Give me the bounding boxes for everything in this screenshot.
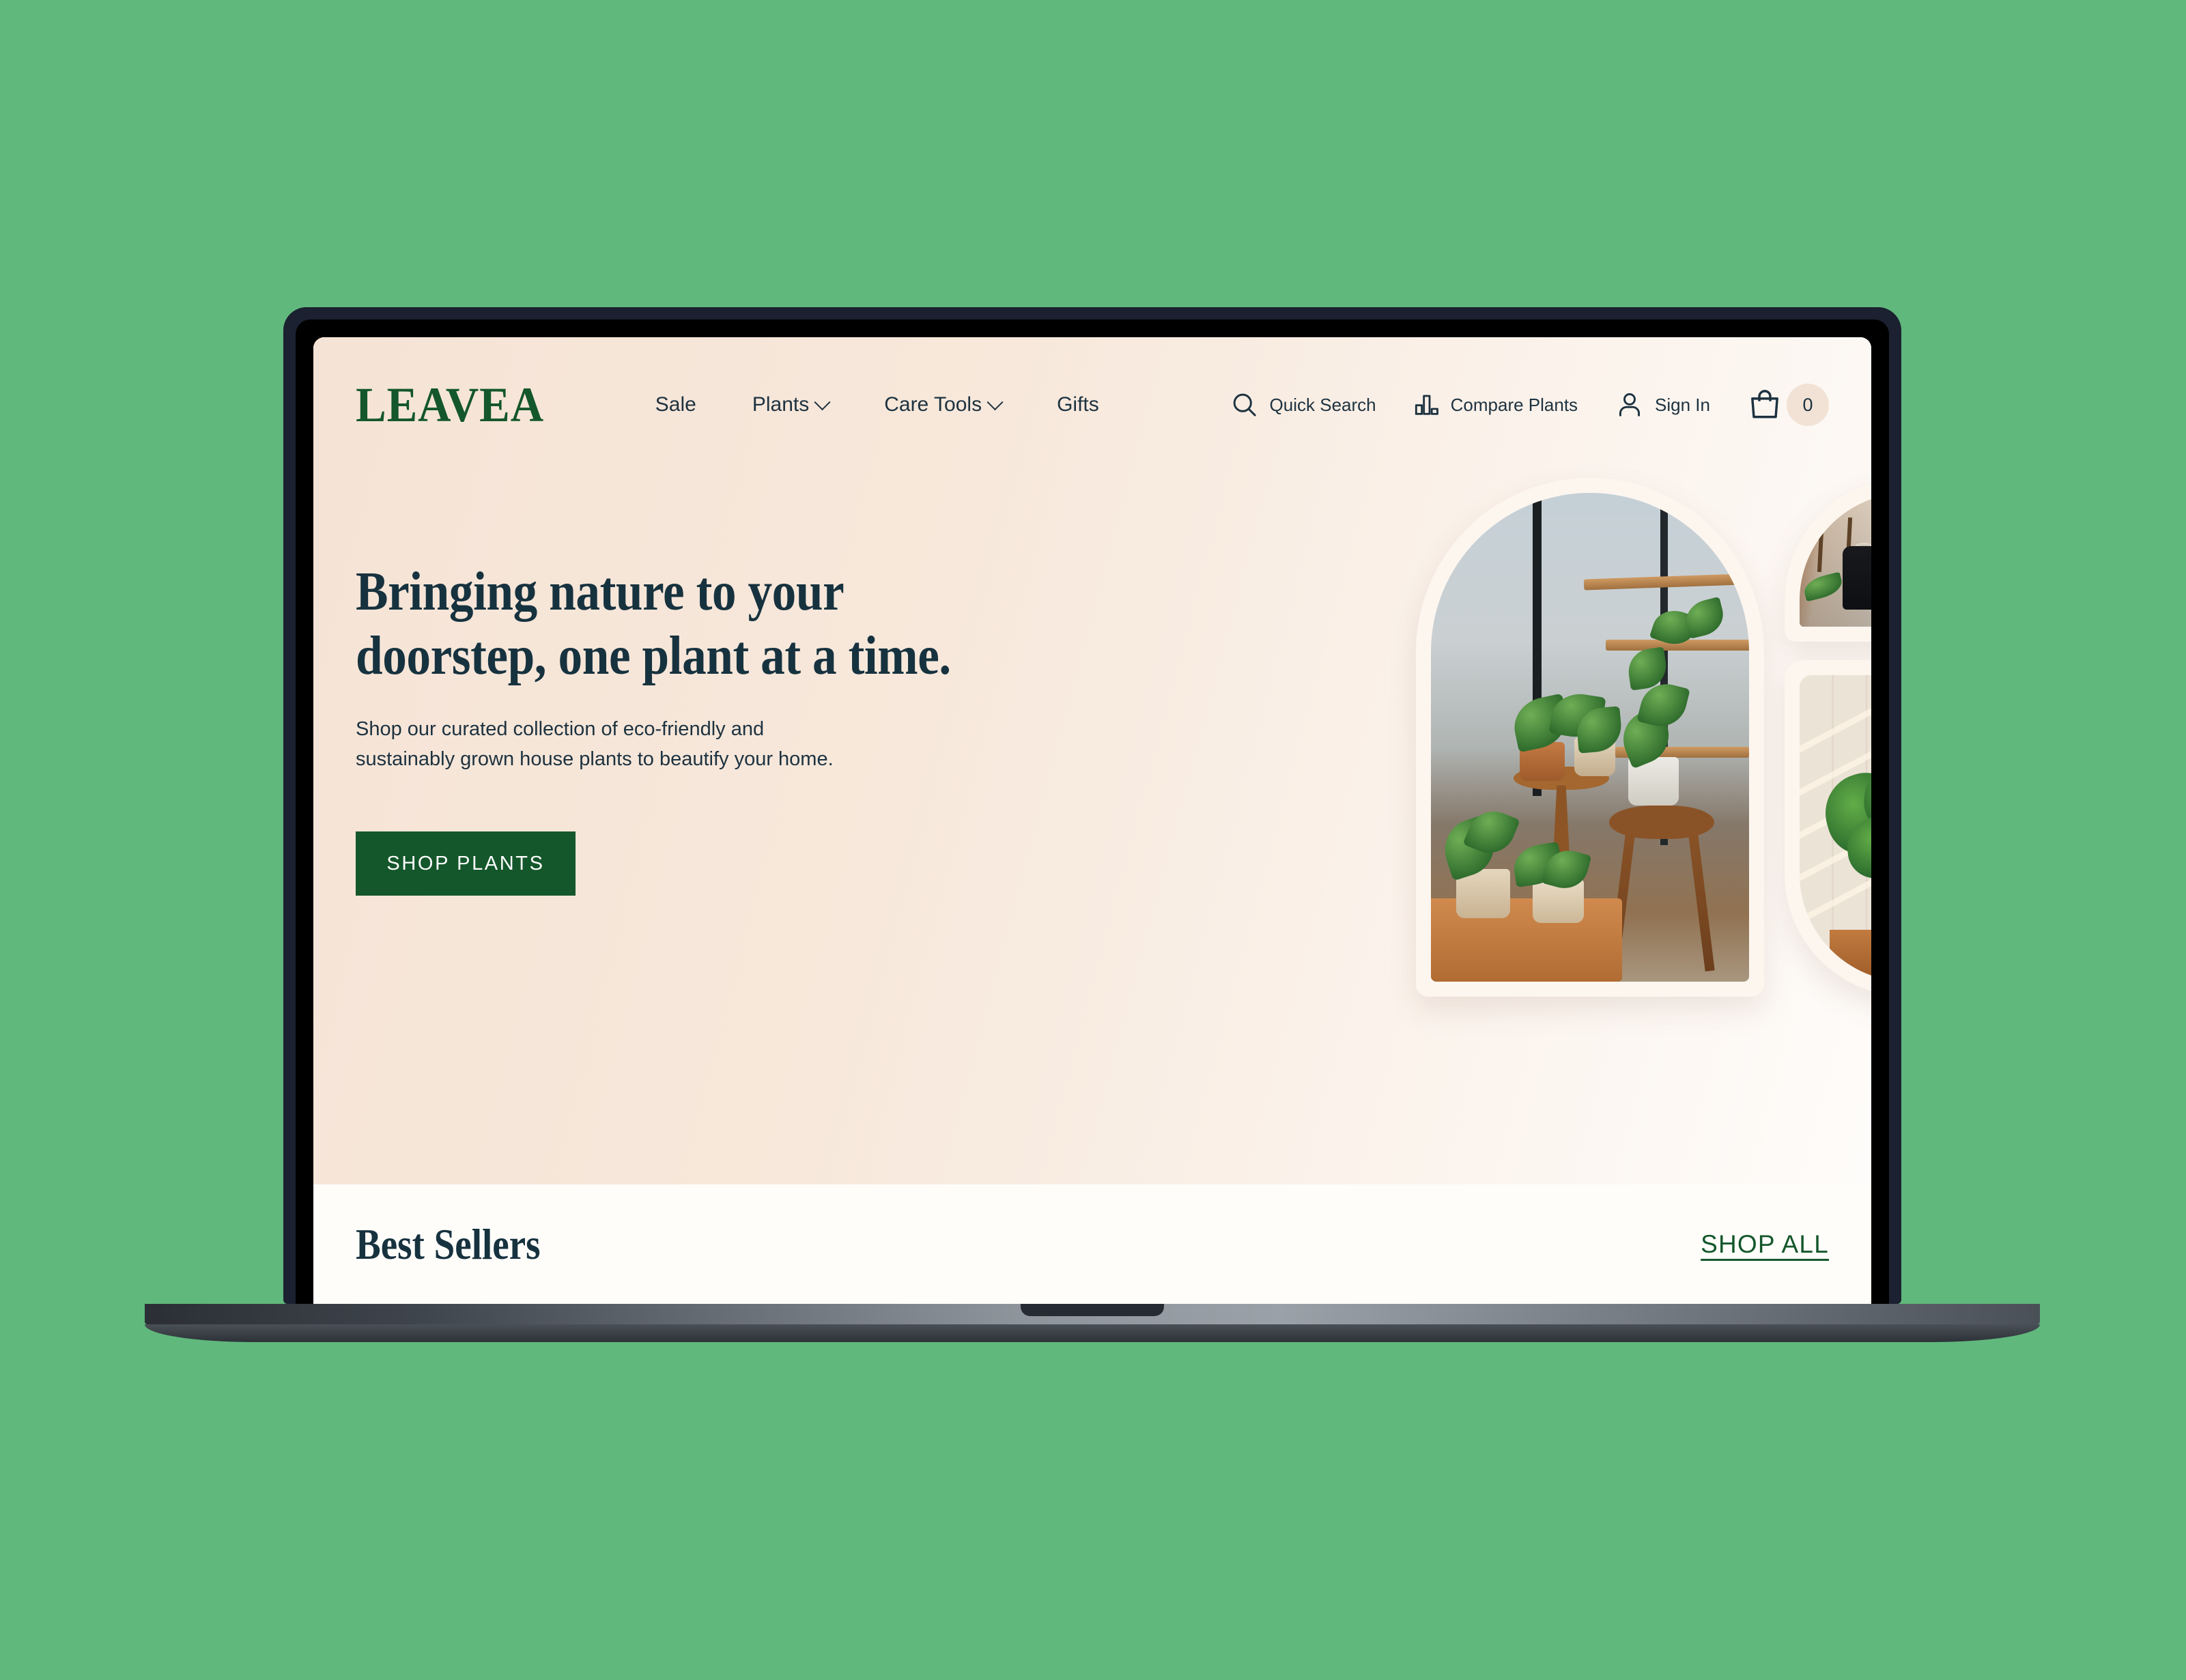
user-icon [1615,390,1645,420]
plant-shop-interior-photo [1431,493,1749,982]
cart-button[interactable]: 0 [1747,384,1829,426]
laptop-lid: LEAVEA Sale Plants Care Tools Gifts Quic… [283,307,1901,1304]
hero-image-monstera-by-blinds-inner [1800,675,1871,982]
nav-item-plants[interactable]: Plants [752,393,831,416]
hero-body: Bringing nature to your doorstep, one pl… [313,440,1871,997]
nav-item-label: Care Tools [884,393,982,416]
hero-image-monstera-by-blinds[interactable] [1785,660,1871,997]
quick-search-label: Quick Search [1269,394,1376,415]
hero-image-plant-shop-interior-inner [1431,493,1749,982]
header-utilities: Quick Search Compare Plants Sign In 0 [1230,384,1829,426]
bar-chart-icon [1413,391,1440,418]
sign-in-button[interactable]: Sign In [1615,390,1710,420]
hero-image-collage [1416,459,1871,1012]
best-sellers-title: Best Sellers [356,1219,541,1268]
best-sellers-section: Best Sellers SHOP ALL [313,1184,1871,1304]
compare-plants-button[interactable]: Compare Plants [1413,391,1578,418]
primary-navigation: Sale Plants Care Tools Gifts [655,393,1099,416]
hero-image-shop-wall-shelves-inner [1800,493,1871,627]
hero-image-plant-shop-interior[interactable] [1416,478,1764,997]
sign-in-label: Sign In [1655,394,1710,415]
shop-wall-shelves-photo [1800,493,1871,627]
compare-plants-label: Compare Plants [1450,394,1578,415]
website-viewport: LEAVEA Sale Plants Care Tools Gifts Quic… [313,337,1871,1304]
nav-item-care-tools[interactable]: Care Tools [884,393,1004,416]
site-header: LEAVEA Sale Plants Care Tools Gifts Quic… [313,337,1871,440]
shop-all-link[interactable]: SHOP ALL [1701,1230,1829,1259]
nav-item-label: Gifts [1057,393,1099,416]
laptop-mockup: LEAVEA Sale Plants Care Tools Gifts Quic… [145,307,2040,1352]
laptop-base-lip [145,1324,2040,1342]
hero-subtitle: Shop our curated collection of eco-frien… [356,717,834,770]
hero-section: LEAVEA Sale Plants Care Tools Gifts Quic… [313,337,1871,1184]
laptop-base-notch [1021,1304,1164,1316]
laptop-bezel: LEAVEA Sale Plants Care Tools Gifts Quic… [296,319,1889,1304]
quick-search-button[interactable]: Quick Search [1230,390,1376,420]
nav-item-label: Sale [655,393,696,416]
cart-count-badge: 0 [1787,384,1829,426]
nav-item-sale[interactable]: Sale [655,393,696,416]
shopping-bag-icon [1747,387,1783,423]
chevron-down-icon [814,393,831,410]
nav-item-label: Plants [752,393,810,416]
monstera-by-blinds-photo [1800,675,1871,982]
chevron-down-icon [986,393,1004,410]
search-icon [1230,390,1260,420]
screenshot-stage: LEAVEA Sale Plants Care Tools Gifts Quic… [0,0,2186,1680]
hero-copy: Bringing nature to your doorstep, one pl… [356,489,1038,896]
hero-title: Bringing nature to your doorstep, one pl… [356,560,951,686]
nav-item-gifts[interactable]: Gifts [1057,393,1099,416]
shop-plants-button[interactable]: SHOP PLANTS [356,831,576,896]
hero-image-shop-wall-shelves[interactable] [1785,478,1871,642]
laptop-screen: LEAVEA Sale Plants Care Tools Gifts Quic… [313,337,1871,1304]
brand-logo[interactable]: LEAVEA [356,380,544,429]
